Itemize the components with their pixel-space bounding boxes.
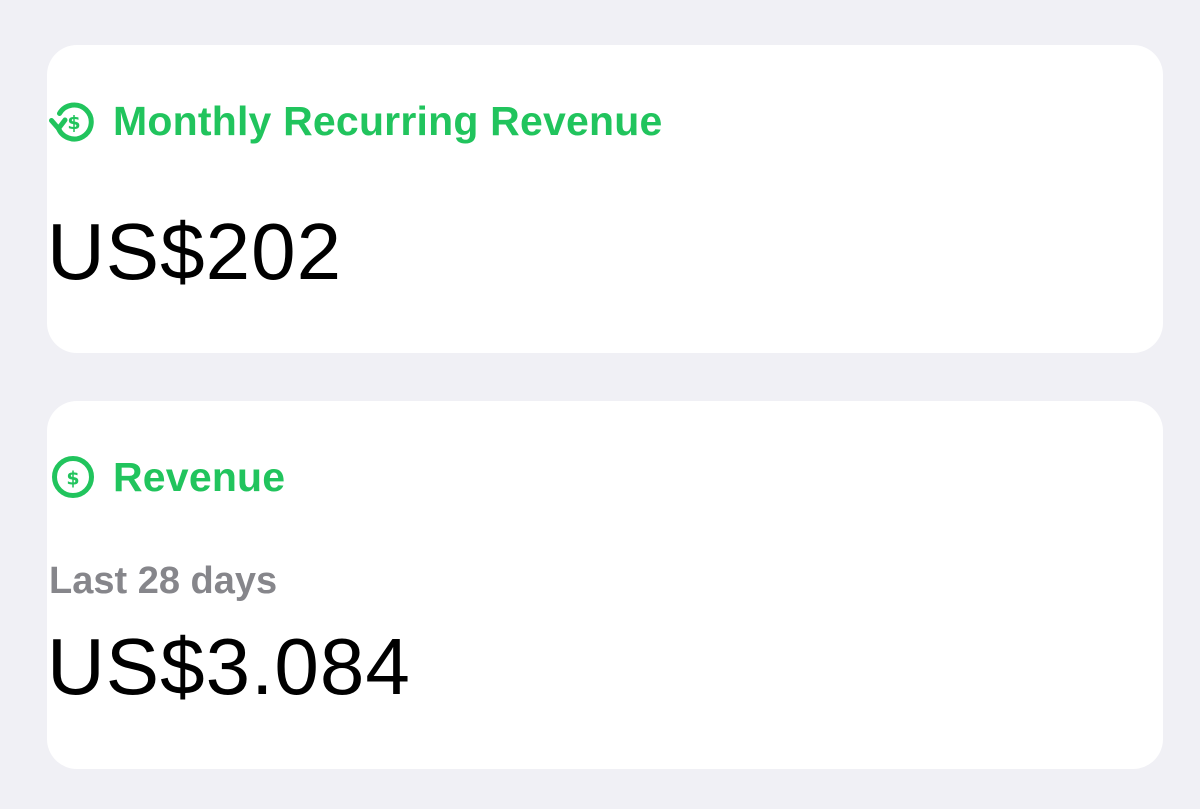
mrr-card-title: Monthly Recurring Revenue (113, 98, 663, 144)
revenue-card-title: Revenue (113, 454, 286, 500)
revenue-period-label: Last 28 days (49, 560, 278, 602)
svg-text:$: $ (67, 112, 80, 134)
revenue-card-header: $ Revenue (49, 453, 285, 501)
svg-text:$: $ (66, 468, 79, 490)
dollar-circle-icon: $ (49, 453, 97, 501)
mrr-card-header: $ Monthly Recurring Revenue (49, 97, 662, 145)
recurring-dollar-icon: $ (49, 97, 97, 145)
cards-content: $ Monthly Recurring Revenue US$202 $ Rev… (0, 0, 1200, 809)
revenue-value: US$3.084 (47, 622, 411, 711)
mrr-value: US$202 (47, 207, 343, 296)
